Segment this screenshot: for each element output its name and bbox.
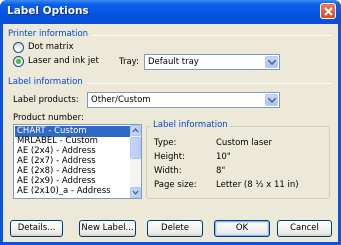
page-size-key: Page size:: [154, 180, 197, 190]
dot-matrix-label[interactable]: Dot matrix: [28, 42, 74, 52]
label-details-title: Label information: [151, 120, 230, 130]
chevron-down-icon[interactable]: [265, 56, 278, 68]
close-button[interactable]: [320, 3, 336, 19]
scroll-thumb[interactable]: [130, 137, 141, 159]
scroll-up-button[interactable]: [130, 125, 141, 136]
label-products-value: Other/Custom: [91, 95, 151, 105]
chevron-down-icon[interactable]: [265, 94, 278, 106]
product-number-label: Product number:: [13, 113, 84, 123]
label-products-select[interactable]: Other/Custom: [87, 92, 280, 108]
dialog-body: Printer information Dot matrix Laser and…: [3, 24, 338, 242]
delete-button[interactable]: Delete: [147, 220, 203, 237]
label-info-title: Label information: [8, 77, 83, 87]
tray-label: Tray:: [119, 57, 139, 67]
ok-button[interactable]: OK: [214, 220, 270, 237]
tray-select[interactable]: Default tray: [144, 54, 280, 70]
printer-info-title: Printer information: [8, 29, 89, 39]
width-value: 8": [216, 166, 226, 176]
chevron-up-icon: [132, 127, 139, 133]
type-value: Custom laser: [216, 138, 272, 148]
laser-inkjet-radio[interactable]: [13, 56, 24, 67]
title-bar[interactable]: Label Options: [0, 0, 341, 24]
laser-inkjet-label[interactable]: Laser and ink jet: [28, 56, 99, 66]
dot-matrix-radio[interactable]: [13, 42, 24, 53]
label-details-box: Label information Type: Custom laser Hei…: [146, 120, 330, 199]
scroll-down-button[interactable]: [130, 187, 141, 198]
list-item[interactable]: AE (2x10)_a - Address: [15, 186, 130, 197]
list-scrollbar[interactable]: [130, 125, 141, 198]
cancel-button[interactable]: Cancel: [277, 220, 332, 237]
close-icon: [324, 7, 333, 16]
window-title: Label Options: [7, 5, 89, 17]
label-products-label: Label products:: [13, 95, 79, 105]
radio-selected-dot: [16, 59, 21, 64]
details-button[interactable]: Details...: [10, 220, 63, 237]
chevron-down-icon: [132, 190, 139, 196]
new-label-button[interactable]: New Label...: [79, 220, 136, 237]
width-key: Width:: [154, 166, 182, 176]
divider: [87, 83, 332, 84]
tray-value: Default tray: [148, 57, 199, 67]
divider: [91, 35, 332, 36]
dialog-window: Label Options Printer information Dot ma…: [0, 0, 341, 245]
height-value: 10": [216, 152, 231, 162]
type-key: Type:: [154, 138, 177, 148]
page-size-value: Letter (8 ½ x 11 in): [216, 180, 299, 190]
product-number-list[interactable]: CHART - Custom MRLABEL - Custom AE (2x4)…: [13, 124, 142, 199]
height-key: Height:: [154, 152, 185, 162]
